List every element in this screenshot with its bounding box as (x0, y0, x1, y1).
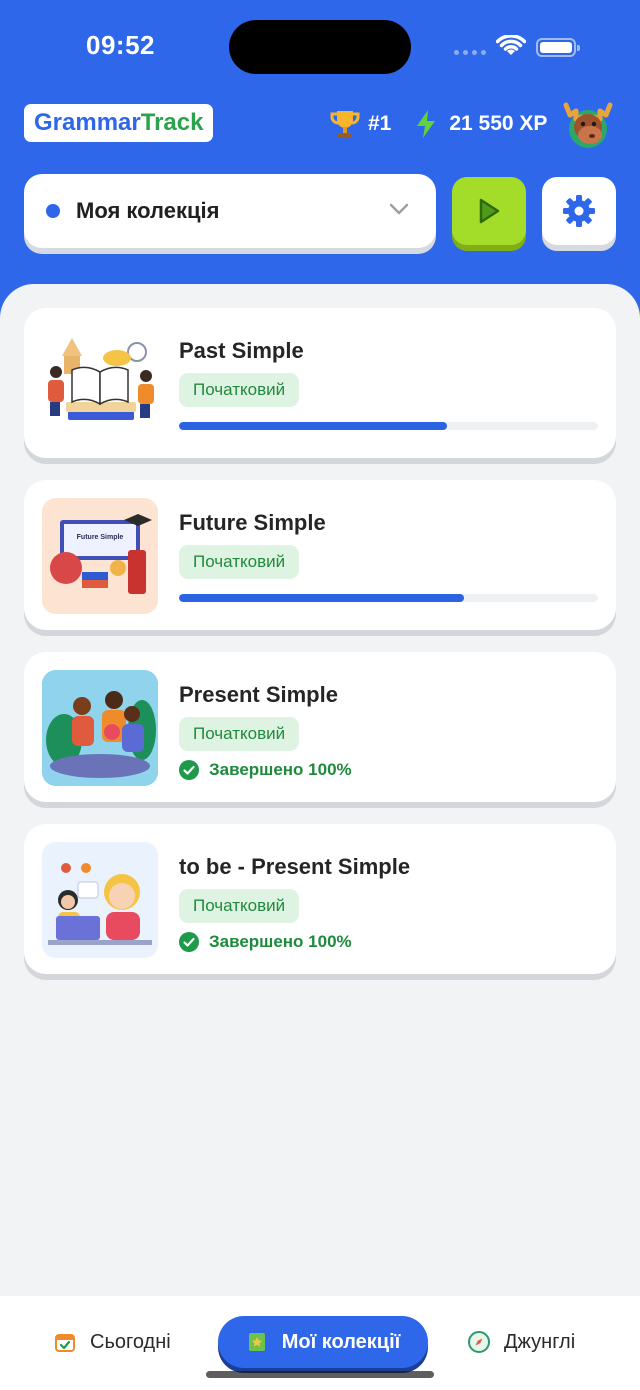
nav-my-collections[interactable]: Мої колекції (218, 1316, 428, 1368)
present-simple-illustration (42, 670, 158, 786)
collection-dropdown[interactable]: Моя колекція (24, 174, 436, 248)
chevron-down-icon (389, 203, 409, 215)
completed-status: Завершено 100% (179, 760, 352, 780)
xp-label: 21 550 XP (449, 112, 548, 135)
play-icon (479, 198, 500, 224)
signal-icon (454, 45, 488, 55)
wifi-icon (496, 35, 526, 55)
home-indicator (206, 1371, 434, 1378)
level-badge: Початковий (179, 717, 300, 751)
level-badge: Початковий (179, 889, 300, 923)
past-simple-illustration (42, 326, 158, 442)
nav-jungle-label: Джунглі (504, 1330, 576, 1353)
nav-my-collections-label: Мої колекції (281, 1330, 401, 1353)
future-simple-board-text: Future Simple (76, 534, 124, 541)
progress-bar (179, 422, 598, 430)
user-stats[interactable]: #1 21 550 XP (330, 106, 547, 142)
progress-bar (179, 594, 598, 602)
compass-icon (468, 1331, 490, 1353)
to-be-illustration (42, 842, 158, 958)
course-card-future-simple[interactable]: Future Simple Future Simple Початковий (24, 480, 616, 630)
level-badge: Початковий (179, 373, 300, 407)
progress-fill (179, 594, 464, 602)
collections-list: Past Simple Початковий Future Simple Fut… (0, 284, 640, 1304)
level-badge: Початковий (179, 545, 300, 579)
logo-track: Track (140, 109, 204, 136)
calendar-check-icon (55, 1334, 75, 1352)
bookmark-star-icon (248, 1333, 265, 1351)
settings-button[interactable] (542, 177, 616, 245)
lightning-icon (417, 110, 436, 138)
course-title: to be - Present Simple (179, 854, 411, 879)
status-time: 09:52 (86, 30, 155, 60)
logo-grammar: Grammar (34, 109, 141, 136)
course-title: Future Simple (179, 510, 326, 535)
nav-today[interactable]: Сьогодні (54, 1316, 171, 1368)
rank-label: #1 (368, 112, 392, 135)
app-logo: Grammar Track (24, 104, 214, 142)
completed-label: Завершено 100% (209, 932, 352, 951)
gear-icon (563, 195, 595, 227)
nav-jungle[interactable]: Джунглі (468, 1316, 575, 1368)
completed-label: Завершено 100% (209, 760, 352, 779)
nav-today-label: Сьогодні (90, 1330, 171, 1353)
play-button[interactable] (452, 177, 526, 245)
course-card-past-simple[interactable]: Past Simple Початковий (24, 308, 616, 458)
course-card-present-simple[interactable]: Present Simple Початковий Завершено 100% (24, 652, 616, 802)
moose-avatar[interactable] (560, 97, 616, 151)
progress-fill (179, 422, 448, 430)
collection-label: Моя колекція (76, 198, 220, 223)
check-circle-icon (179, 932, 199, 952)
completed-status: Завершено 100% (179, 932, 352, 952)
course-title: Present Simple (179, 682, 338, 707)
battery-icon (536, 38, 580, 57)
course-title: Past Simple (179, 338, 304, 363)
check-circle-icon (179, 760, 199, 780)
collection-dot-icon (46, 204, 60, 218)
future-simple-illustration: Future Simple (42, 498, 158, 614)
trophy-icon (330, 111, 360, 138)
dynamic-island (229, 20, 411, 74)
course-card-to-be-present-simple[interactable]: to be - Present Simple Початковий Заверш… (24, 824, 616, 974)
